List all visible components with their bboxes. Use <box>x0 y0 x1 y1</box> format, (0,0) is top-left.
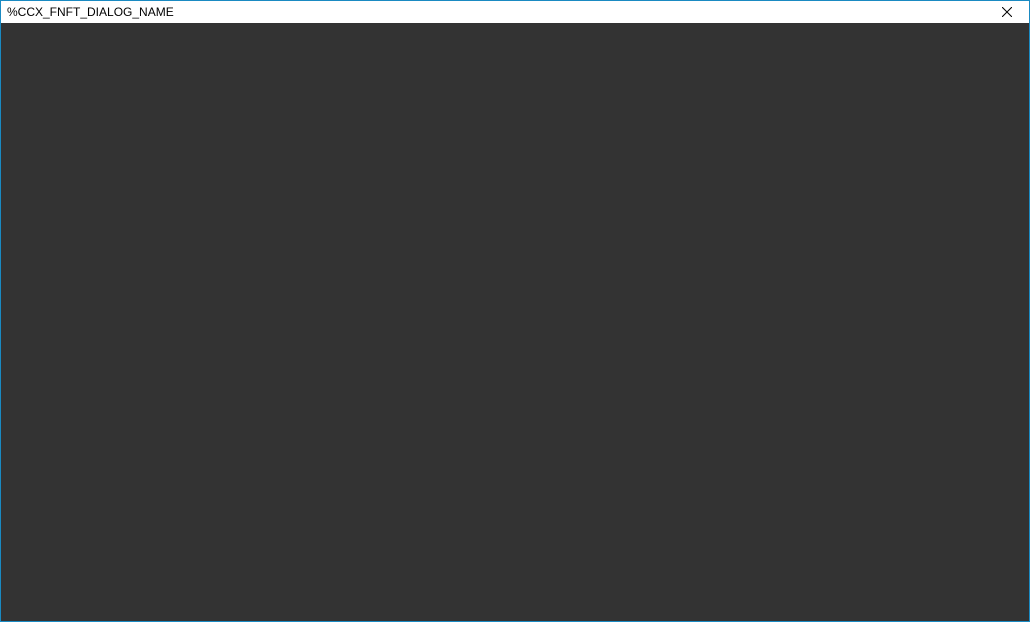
close-icon <box>1002 7 1012 17</box>
close-button[interactable] <box>984 1 1029 23</box>
titlebar[interactable]: %CCX_FNFT_DIALOG_NAME <box>1 1 1029 23</box>
dialog-window: %CCX_FNFT_DIALOG_NAME <box>0 0 1030 622</box>
content-area <box>1 23 1029 621</box>
window-title: %CCX_FNFT_DIALOG_NAME <box>7 1 174 23</box>
titlebar-controls <box>984 1 1029 23</box>
